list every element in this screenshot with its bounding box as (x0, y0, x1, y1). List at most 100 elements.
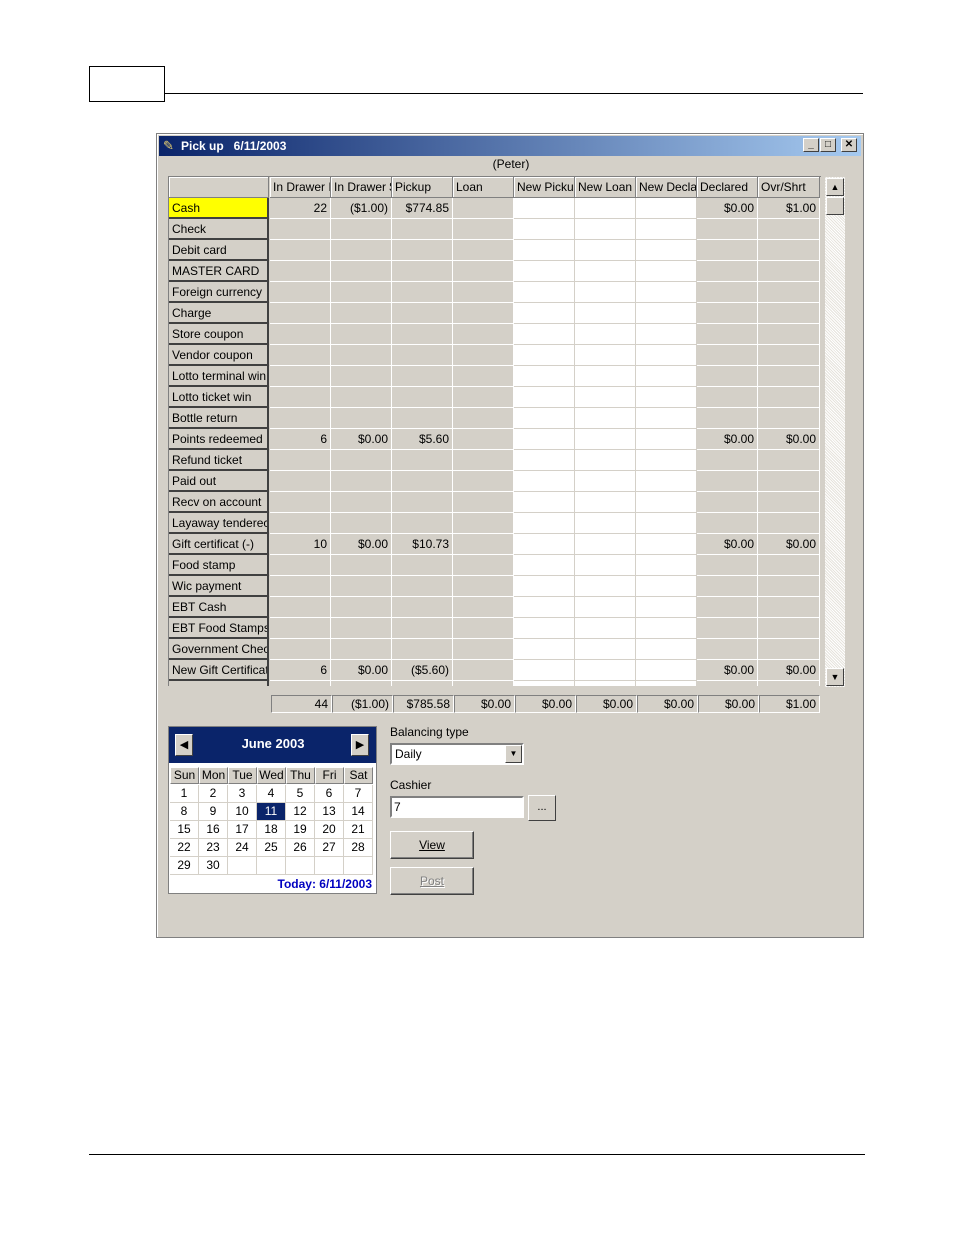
row-tender-name[interactable]: Points redeemed (169, 429, 269, 450)
table-row[interactable]: Bottle return (169, 408, 821, 429)
table-row[interactable]: Debit card (169, 240, 821, 261)
row-tender-name[interactable]: Recv on account (169, 492, 269, 513)
row-tender-name[interactable]: Vendor coupon (169, 345, 269, 366)
grid-cell[interactable] (636, 198, 697, 219)
grid-cell[interactable] (636, 492, 697, 513)
calendar-day[interactable]: 23 (199, 839, 228, 857)
row-tender-name[interactable]: Paid out (169, 471, 269, 492)
grid-cell[interactable] (575, 198, 636, 219)
grid-cell[interactable] (514, 408, 575, 429)
grid-cell[interactable] (575, 219, 636, 240)
table-row[interactable]: MASTER CARD (169, 261, 821, 282)
grid-cell[interactable] (514, 534, 575, 555)
table-row[interactable]: Vendor coupon (169, 345, 821, 366)
column-header[interactable]: In Drawer I (270, 177, 331, 198)
column-header[interactable]: Declared (697, 177, 758, 198)
close-button[interactable]: ✕ (841, 138, 857, 152)
grid-cell[interactable] (575, 513, 636, 534)
grid-cell[interactable] (575, 408, 636, 429)
grid-cell[interactable] (575, 660, 636, 681)
calendar-day[interactable]: 14 (344, 803, 373, 821)
grid-cell[interactable] (575, 492, 636, 513)
calendar-day[interactable]: 15 (170, 821, 199, 839)
grid-cell[interactable] (636, 660, 697, 681)
row-tender-name[interactable]: Bottle return (169, 408, 269, 429)
calendar-day[interactable]: 18 (257, 821, 286, 839)
table-row[interactable]: EBT Food Stamps (169, 618, 821, 639)
row-tender-name[interactable]: MASTER CARD (169, 261, 269, 282)
grid-cell[interactable] (514, 345, 575, 366)
row-tender-name[interactable]: Layaway tenderec (169, 513, 269, 534)
row-tender-name[interactable]: Lotto terminal win (169, 366, 269, 387)
column-header[interactable] (169, 177, 269, 198)
grid-cell[interactable] (514, 450, 575, 471)
title-bar[interactable]: ✎ Pick up 6/11/2003 _ □ ✕ (159, 136, 861, 156)
grid-cell[interactable] (514, 555, 575, 576)
grid-cell[interactable] (514, 366, 575, 387)
grid-cell[interactable] (514, 240, 575, 261)
grid-cell[interactable] (636, 387, 697, 408)
row-tender-name[interactable]: Store coupon (169, 324, 269, 345)
table-row[interactable]: Paid out (169, 471, 821, 492)
calendar-day[interactable]: 4 (257, 785, 286, 803)
calendar-day[interactable]: 19 (286, 821, 315, 839)
table-row[interactable]: Gift certificat (-) 10 $0.00 $10.73 $0.00 $0.… (169, 534, 821, 555)
calendar-day[interactable]: 3 (228, 785, 257, 803)
row-tender-name[interactable]: EBT Cash (169, 597, 269, 618)
grid-cell[interactable] (636, 345, 697, 366)
grid-cell[interactable] (575, 345, 636, 366)
calendar-day[interactable]: 17 (228, 821, 257, 839)
grid-cell[interactable] (575, 324, 636, 345)
grid-cell[interactable] (575, 534, 636, 555)
table-row[interactable]: Food stamp (169, 555, 821, 576)
table-row[interactable]: Foreign currency (169, 282, 821, 303)
dropdown-arrow-icon[interactable]: ▼ (505, 745, 522, 763)
grid-cell[interactable] (636, 639, 697, 660)
calendar-day[interactable]: 30 (199, 857, 228, 875)
grid-cell[interactable] (514, 261, 575, 282)
calendar-day[interactable]: 25 (257, 839, 286, 857)
grid-cell[interactable] (636, 513, 697, 534)
table-row[interactable]: Charge (169, 303, 821, 324)
column-header[interactable]: Ovr/Shrt (758, 177, 820, 198)
calendar-day[interactable]: 13 (315, 803, 344, 821)
grid-cell[interactable] (514, 387, 575, 408)
calendar-day[interactable]: 5 (286, 785, 315, 803)
month-calendar[interactable]: ◀ June 2003 ▶ Sun Mon Tue Wed Thu Fri Sat 1 2 3 4 5… (168, 726, 377, 894)
grid-cell[interactable] (514, 660, 575, 681)
grid-cell[interactable] (636, 597, 697, 618)
grid-cell[interactable] (575, 597, 636, 618)
cashier-input[interactable]: 7 (390, 796, 524, 818)
row-tender-name[interactable]: Food stamp (169, 555, 269, 576)
grid-cell[interactable] (514, 576, 575, 597)
grid-cell[interactable] (636, 408, 697, 429)
grid-cell[interactable] (636, 450, 697, 471)
table-row[interactable]: Points redeemed 6 $0.00 $5.60 $0.00 $0.00 (169, 429, 821, 450)
scroll-thumb[interactable] (826, 197, 844, 215)
grid-cell[interactable] (514, 471, 575, 492)
calendar-day[interactable]: 20 (315, 821, 344, 839)
row-tender-name[interactable]: Check (169, 219, 269, 240)
grid-cell[interactable] (575, 450, 636, 471)
calendar-day[interactable]: 24 (228, 839, 257, 857)
grid-cell[interactable] (575, 282, 636, 303)
grid-cell[interactable] (575, 366, 636, 387)
grid-cell[interactable] (636, 240, 697, 261)
row-tender-name[interactable]: Government Checl (169, 639, 269, 660)
next-month-arrow-icon[interactable]: ▶ (351, 734, 369, 756)
grid-cell[interactable] (636, 261, 697, 282)
table-row[interactable]: Cash 22 ($1.00) $774.85 $0.00 $1.00 (169, 198, 821, 219)
grid-cell[interactable] (514, 639, 575, 660)
grid-cell[interactable] (514, 513, 575, 534)
calendar-month-label[interactable]: June 2003 (199, 736, 347, 751)
row-tender-name[interactable]: Cash (169, 198, 269, 219)
grid-cell[interactable] (575, 576, 636, 597)
calendar-day[interactable]: 27 (315, 839, 344, 857)
calendar-day[interactable]: 10 (228, 803, 257, 821)
balancing-type-select[interactable]: Daily ▼ (390, 743, 524, 765)
grid-cell[interactable] (636, 219, 697, 240)
calendar-day[interactable]: 26 (286, 839, 315, 857)
grid-cell[interactable] (636, 471, 697, 492)
calendar-day[interactable]: 16 (199, 821, 228, 839)
table-row[interactable]: Government Checl (169, 639, 821, 660)
